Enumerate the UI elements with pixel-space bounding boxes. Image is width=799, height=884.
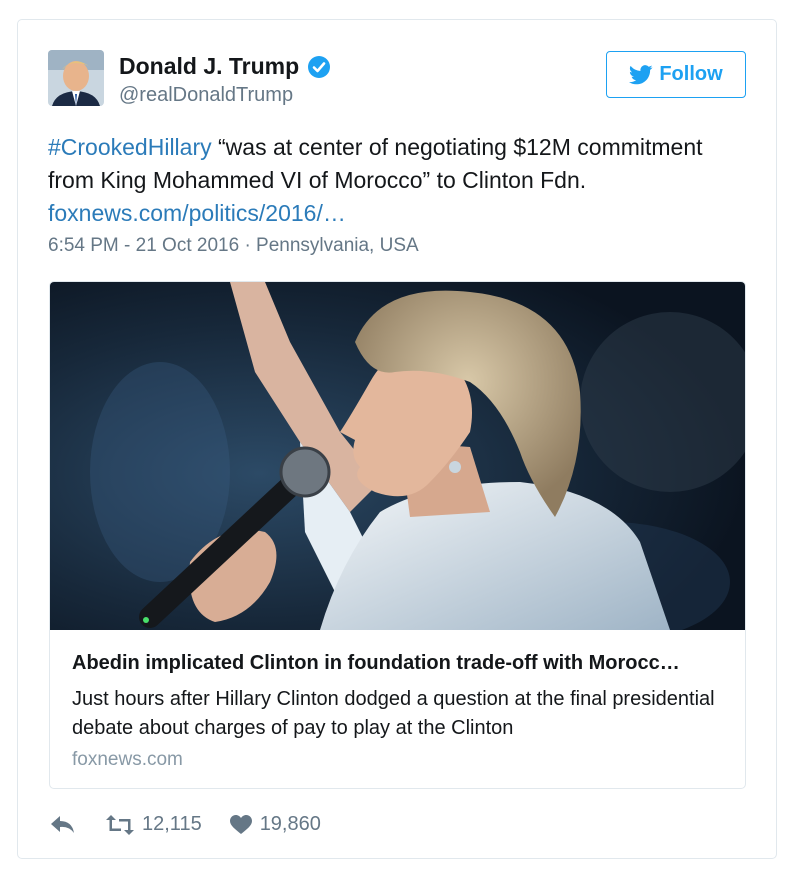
reply-button[interactable] [50,815,76,835]
like-button[interactable]: 19,860 [229,813,321,836]
tweet-text: #CrookedHillary “was at center of negoti… [48,131,748,230]
follow-button-label: Follow [659,63,723,85]
like-count: 19,860 [259,813,321,835]
hashtag-link[interactable]: #CrookedHillary [48,134,212,160]
retweet-icon [106,814,134,835]
twitter-bird-icon [629,64,653,84]
follow-button[interactable]: Follow [606,51,746,98]
display-name[interactable]: Donald J. Trump [119,53,299,80]
retweet-count: 12,115 [142,813,202,835]
article-link[interactable]: foxnews.com/politics/2016/… [48,200,346,226]
embedded-tweet: Donald J. Trump @realDonaldTrump Follow … [17,19,777,859]
name-row: Donald J. Trump [119,53,331,80]
avatar[interactable] [48,50,104,106]
link-card[interactable]: Abedin implicated Clinton in foundation … [49,281,746,789]
heart-icon [229,814,252,834]
card-domain: foxnews.com [72,749,183,770]
card-title[interactable]: Abedin implicated Clinton in foundation … [72,652,732,675]
user-handle[interactable]: @realDonaldTrump [119,84,293,107]
tweet-header: Donald J. Trump @realDonaldTrump Follow [48,50,746,110]
verified-badge-icon [307,55,331,79]
reply-icon [51,815,74,833]
tweet-actions: 12,115 19,860 [50,813,321,836]
retweet-button[interactable]: 12,115 [106,813,202,836]
card-description: Just hours after Hillary Clinton dodged … [72,688,715,739]
tweet-timestamp[interactable]: 6:54 PM - 21 Oct 2016 · Pennsylvania, US… [48,235,419,257]
card-image [50,282,745,630]
